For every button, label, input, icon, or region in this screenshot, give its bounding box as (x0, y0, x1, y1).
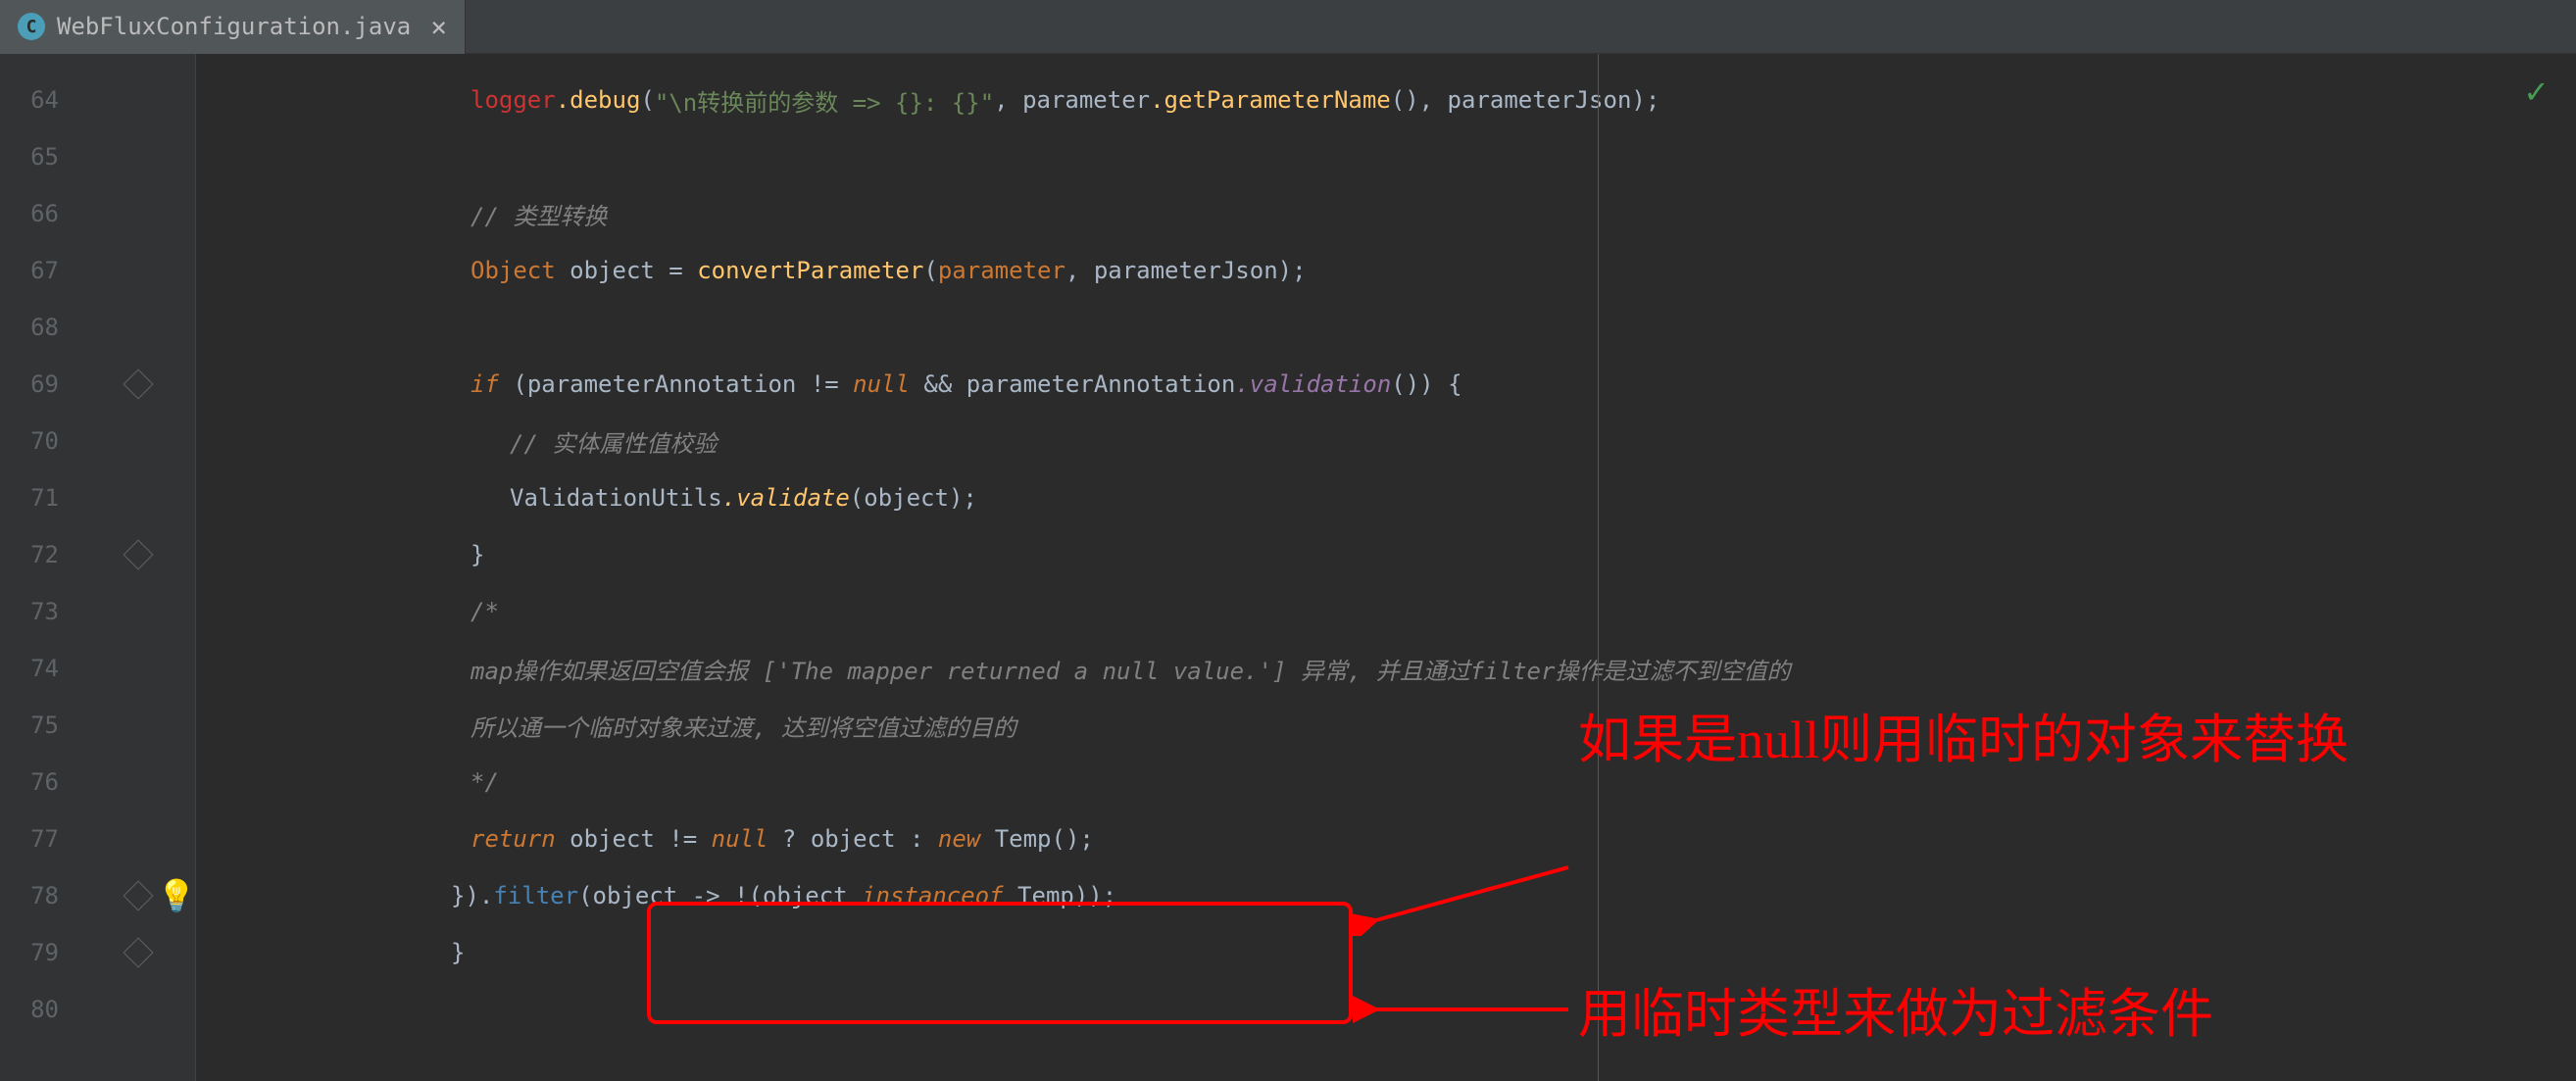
line-number: 68 (0, 314, 69, 341)
annotation-highlight-box (647, 902, 1353, 1024)
fold-marker-icon[interactable] (123, 369, 153, 399)
code-line[interactable] (196, 299, 2576, 356)
code-line[interactable]: /* (196, 583, 2576, 640)
java-class-icon: C (18, 13, 45, 40)
line-number: 67 (0, 257, 69, 284)
code-line[interactable]: } (196, 924, 2576, 981)
line-number: 66 (0, 200, 69, 227)
fold-marker-icon[interactable] (123, 539, 153, 569)
code-line[interactable]: }).filter(object -> !(object instanceof … (196, 867, 2576, 924)
code-line[interactable]: if (parameterAnnotation != null && param… (196, 356, 2576, 413)
code-line[interactable]: // 实体属性值校验 (196, 413, 2576, 469)
line-number: 72 (0, 541, 69, 568)
line-number: 70 (0, 427, 69, 455)
line-number: 75 (0, 712, 69, 739)
editor: 64 65 66 67 68 69 70 71 72 73 74 75 76 7… (0, 54, 2576, 1081)
close-icon[interactable]: × (430, 11, 447, 43)
code-line[interactable]: Object object = convertParameter(paramet… (196, 242, 2576, 299)
line-number: 80 (0, 996, 69, 1023)
file-tab[interactable]: C WebFluxConfiguration.java × (0, 0, 466, 54)
code-line[interactable]: } (196, 526, 2576, 583)
line-number: 64 (0, 86, 69, 114)
code-line[interactable] (196, 128, 2576, 185)
tab-bar: C WebFluxConfiguration.java × (0, 0, 2576, 54)
line-number: 74 (0, 655, 69, 682)
inspection-ok-icon[interactable]: ✓ (2525, 72, 2547, 112)
annotation-text: 如果是null则用临时的对象来替换 (1578, 701, 2362, 780)
annotation-text: 用临时类型来做为过滤条件 (1578, 970, 2213, 1048)
code-line[interactable]: return object != null ? object : new Tem… (196, 811, 2576, 867)
right-margin-guide (1598, 54, 1599, 1081)
line-number: 79 (0, 939, 69, 966)
code-line[interactable]: map操作如果返回空值会报 ['The mapper returned a nu… (196, 640, 2576, 697)
line-number: 77 (0, 825, 69, 853)
code-line[interactable]: // 类型转换 (196, 185, 2576, 242)
line-number: 65 (0, 143, 69, 171)
gutter: 64 65 66 67 68 69 70 71 72 73 74 75 76 7… (0, 54, 196, 1081)
line-number: 69 (0, 370, 69, 398)
code-line[interactable] (196, 981, 2576, 1038)
line-number: 73 (0, 598, 69, 625)
intention-bulb-icon[interactable]: 💡 (157, 877, 196, 914)
line-number: 78 (0, 882, 69, 909)
fold-marker-icon[interactable] (123, 880, 153, 910)
fold-marker-icon[interactable] (123, 937, 153, 967)
code-line[interactable]: logger.debug("\n转换前的参数 => {}: {}", param… (196, 72, 2576, 128)
code-area[interactable]: ✓ logger.debug("\n转换前的参数 => {}: {}", par… (196, 54, 2576, 1081)
line-number: 76 (0, 768, 69, 796)
code-line[interactable]: ValidationUtils.validate(object); (196, 469, 2576, 526)
line-number: 71 (0, 484, 69, 512)
tab-filename: WebFluxConfiguration.java (57, 13, 411, 40)
